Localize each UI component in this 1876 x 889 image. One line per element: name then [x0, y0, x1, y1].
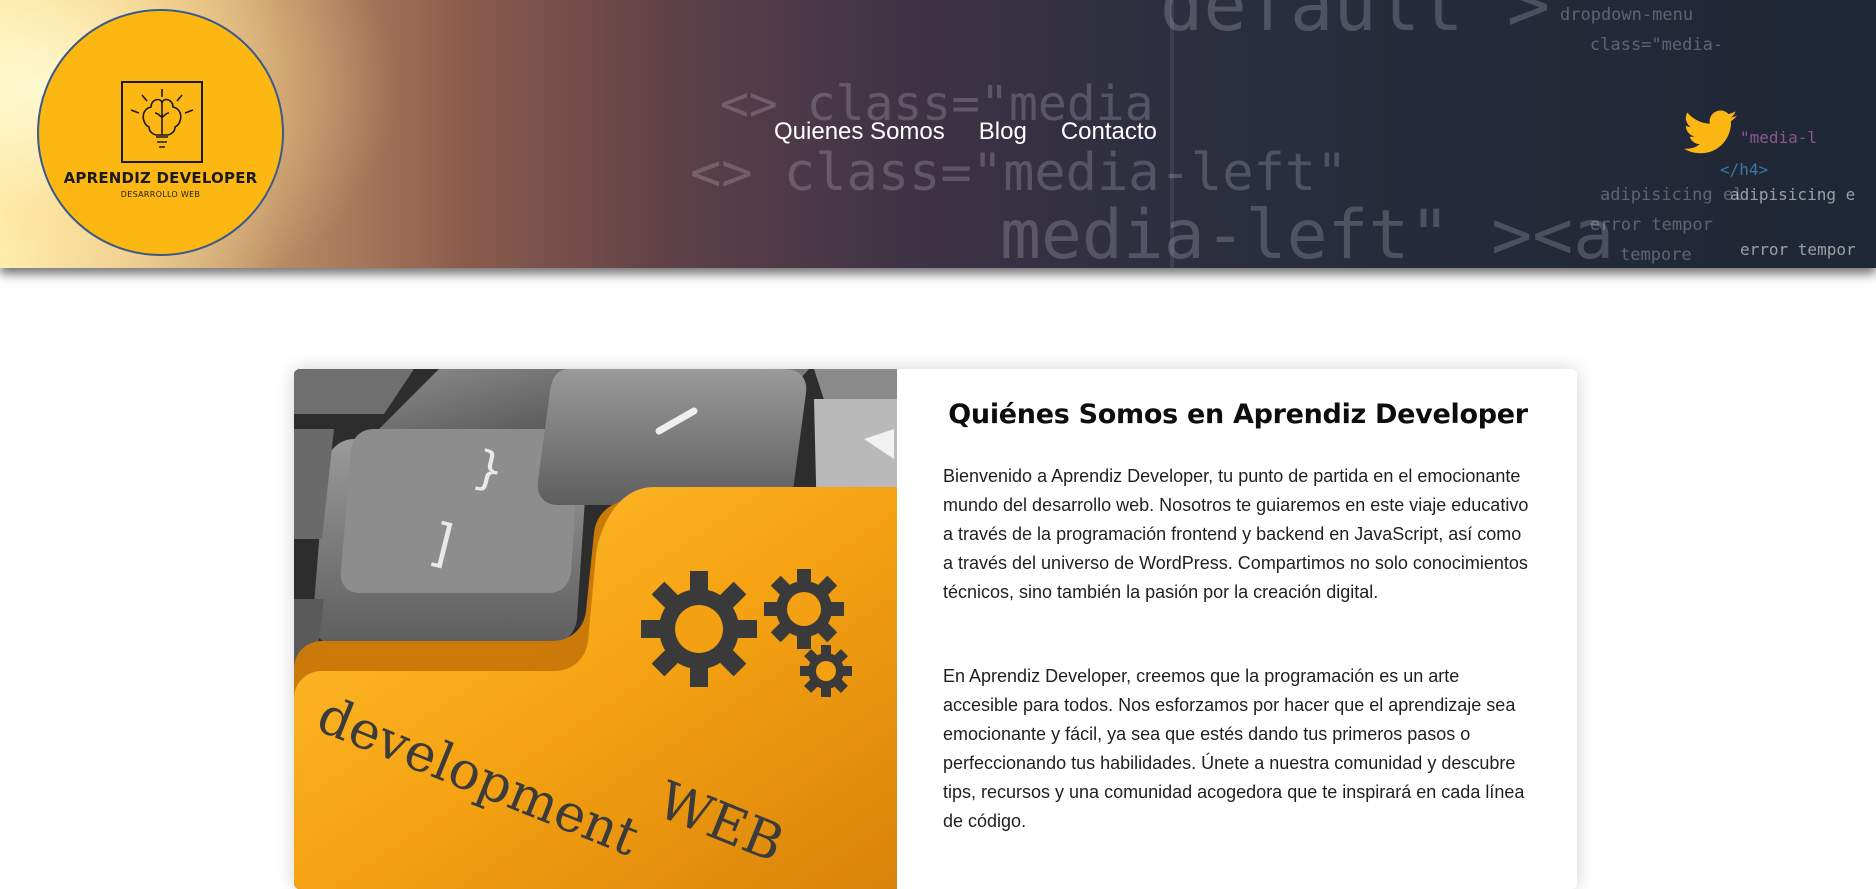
keyboard-illustration: } ] WEB development — [294, 369, 897, 889]
brain-lightbulb-icon — [121, 81, 203, 163]
logo-name: APRENDIZ DEVELOPER — [63, 169, 258, 187]
about-title: Quiénes Somos en Aprendiz Developer — [948, 399, 1528, 430]
about-card: } ] WEB development Quiénes Somos en Apr… — [294, 369, 1577, 889]
svg-text:default">: default"> — [1160, 0, 1550, 47]
site-header: default"> <> class="media <> class="medi… — [0, 0, 1876, 268]
svg-text:<> class="media-left": <> class="media-left" — [690, 143, 1347, 203]
svg-text:adipisicing el: adipisicing el — [1600, 185, 1743, 205]
svg-text:error tempor: error tempor — [1590, 215, 1713, 235]
svg-text:dropdown-menu: dropdown-menu — [1560, 5, 1693, 25]
about-paragraph-2: En Aprendiz Developer, creemos que la pr… — [943, 666, 1525, 831]
svg-text:class="media-: class="media- — [1590, 35, 1723, 55]
about-content: Quiénes Somos en Aprendiz Developer Bien… — [943, 399, 1533, 836]
site-logo[interactable]: APRENDIZ DEVELOPER DESARROLLO WEB — [37, 9, 284, 256]
main-nav: Quienes Somos Blog Contacto — [774, 118, 1157, 146]
svg-text:tempore: tempore — [1620, 245, 1692, 265]
nav-blog[interactable]: Blog — [979, 118, 1027, 146]
nav-contacto[interactable]: Contacto — [1061, 118, 1157, 146]
twitter-icon[interactable] — [1684, 110, 1738, 156]
web-development-keyboard-image: } ] WEB development — [294, 369, 897, 889]
svg-text:media-left" ><a: media-left" ><a — [1000, 196, 1614, 268]
about-paragraph-1: Bienvenido a Aprendiz Developer, tu punt… — [943, 466, 1529, 602]
svg-text:error tempor: error tempor — [1740, 240, 1856, 259]
svg-text:"media-l: "media-l — [1740, 128, 1817, 147]
svg-text:</h4>: </h4> — [1720, 160, 1768, 179]
logo-tagline: DESARROLLO WEB — [120, 190, 201, 199]
svg-text:adipisicing e: adipisicing e — [1730, 185, 1855, 204]
nav-quienes-somos[interactable]: Quienes Somos — [774, 118, 945, 146]
